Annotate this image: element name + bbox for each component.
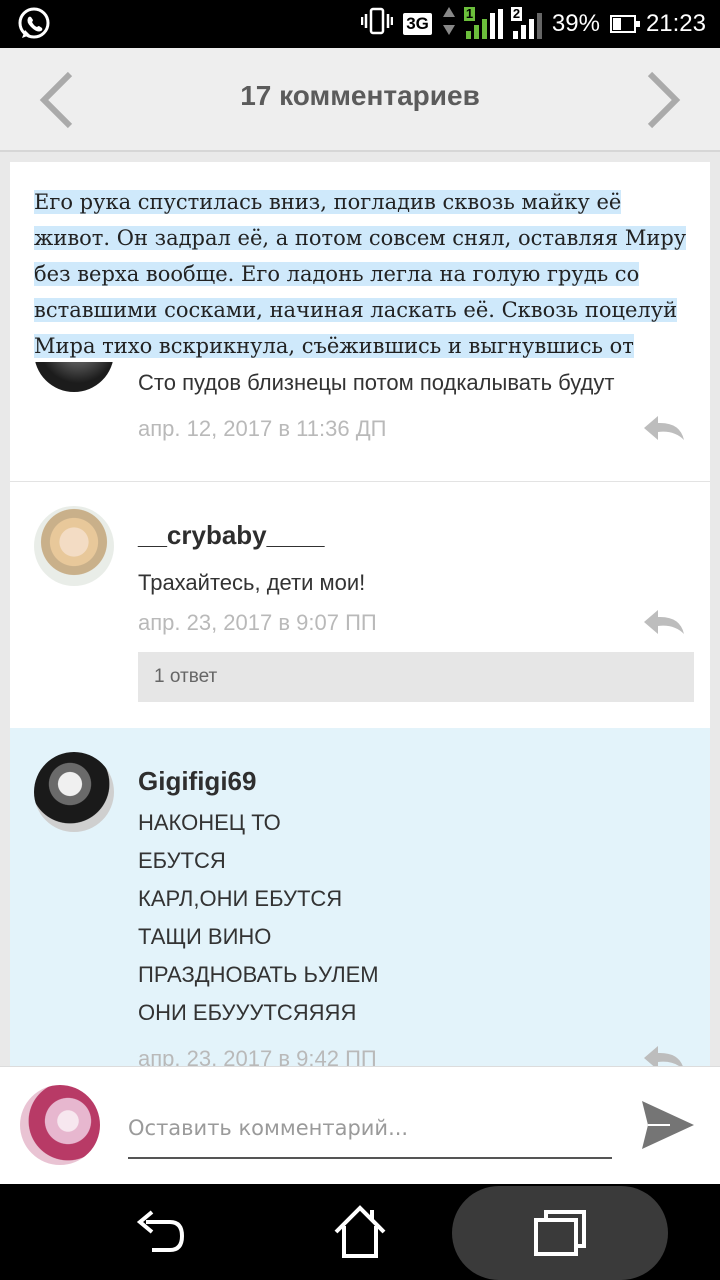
recent-apps-button[interactable] xyxy=(452,1186,668,1280)
vibrate-icon xyxy=(360,6,394,43)
comment-date: апр. 23, 2017 в 9:07 ПП xyxy=(138,610,377,635)
clock: 21:23 xyxy=(645,10,706,37)
comment-line: НАКОНЕЦ ТО xyxy=(138,810,281,835)
battery-percent: 39% xyxy=(551,10,600,37)
current-user-avatar xyxy=(20,1085,100,1165)
avatar[interactable] xyxy=(34,506,114,586)
comment-input[interactable] xyxy=(128,1107,612,1159)
comment-text: Трахайтесь, дети мои! xyxy=(138,570,366,595)
comment-username[interactable]: __crybaby____ xyxy=(138,520,324,551)
comment-item: Сто пудов близнецы потом подкалывать буд… xyxy=(10,312,710,482)
reply-icon[interactable] xyxy=(642,608,686,636)
excerpt-line: Мира тихо вскрикнула, съёжившись и выгну… xyxy=(34,334,634,358)
highlighted-excerpt: Его рука спустилась вниз, погладив сквоз… xyxy=(10,162,710,362)
comment-line: ОНИ ЕБУУУТСЯЯЯЯ xyxy=(138,1000,357,1025)
comment-text: НАКОНЕЦ ТО ЕБУТСЯ КАРЛ,ОНИ ЕБУТСЯ ТАЩИ В… xyxy=(138,804,379,1032)
excerpt-line: живот. Он задрал её, а потом совсем снял… xyxy=(34,226,687,250)
sim2-badge: 2 xyxy=(510,6,523,21)
chevron-right-icon[interactable] xyxy=(644,70,684,130)
battery-fill xyxy=(612,18,621,30)
status-bar: 3G 1 2 39% 21:23 xyxy=(0,0,720,48)
comment-text: Сто пудов близнецы потом подкалывать буд… xyxy=(138,370,615,395)
comment-username[interactable]: Gigifigi69 xyxy=(138,766,256,797)
signal-sim1-icon: 1 xyxy=(463,6,503,39)
whatsapp-icon xyxy=(16,6,52,46)
avatar[interactable] xyxy=(34,752,114,832)
network-type: 3G xyxy=(403,13,432,35)
home-icon[interactable] xyxy=(332,1204,388,1260)
sim1-badge: 1 xyxy=(463,6,476,21)
page-title: 17 комментариев xyxy=(240,80,480,111)
comment-line: ПРАЗДНОВАТЬ ЬУЛЕМ xyxy=(138,962,379,987)
comment-item-highlighted: Gigifigi69 НАКОНЕЦ ТО ЕБУТСЯ КАРЛ,ОНИ ЕБ… xyxy=(10,728,710,1066)
recent-apps-icon xyxy=(534,1210,586,1256)
data-arrows-icon xyxy=(442,5,456,44)
excerpt-line: Его рука спустилась вниз, погладив сквоз… xyxy=(34,190,622,214)
comment-line: ТАЩИ ВИНО xyxy=(138,924,272,949)
excerpt-line: вставшими сосками, начиная ласкать её. С… xyxy=(34,298,678,322)
reply-icon[interactable] xyxy=(642,414,686,442)
comment-line: КАРЛ,ОНИ ЕБУТСЯ xyxy=(138,886,343,911)
signal-sim2-icon: 2 xyxy=(510,6,542,39)
comment-composer xyxy=(0,1066,720,1184)
back-icon[interactable] xyxy=(132,1204,188,1260)
view-replies-button[interactable]: 1 ответ xyxy=(138,652,694,702)
battery-icon xyxy=(609,15,640,33)
reply-icon[interactable] xyxy=(642,1044,686,1066)
system-nav-bar xyxy=(0,1184,720,1280)
comment-date: апр. 12, 2017 в 11:36 ДП xyxy=(138,416,387,441)
comment-line: ЕБУТСЯ xyxy=(138,848,226,873)
comments-header: 17 комментариев xyxy=(0,48,720,152)
comment-item: __crybaby____ Трахайтесь, дети мои! апр.… xyxy=(10,482,710,726)
excerpt-line: без верха вообще. Его ладонь легла на го… xyxy=(34,262,640,286)
send-icon[interactable] xyxy=(640,1099,696,1151)
comments-list[interactable]: Его рука спустилась вниз, погладив сквоз… xyxy=(10,162,710,1066)
comment-date: апр. 23, 2017 в 9:42 ПП xyxy=(138,1046,377,1066)
